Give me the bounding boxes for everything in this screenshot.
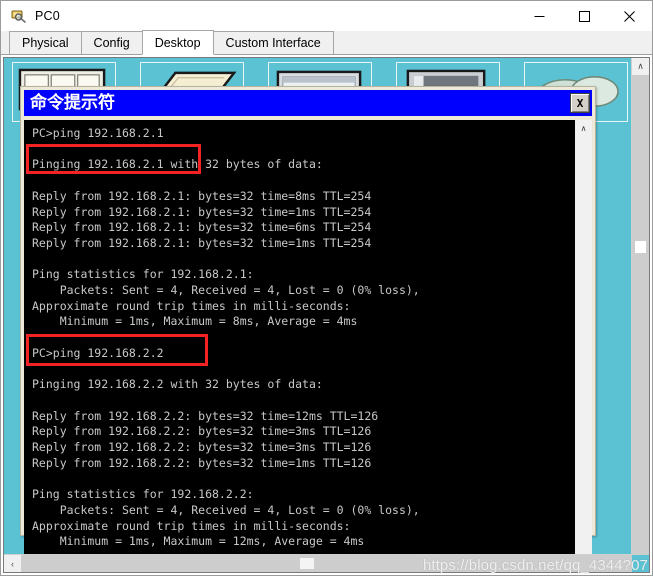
desktop-content-area: 命令提示符 X PC>ping 192.168.2.1 Pinging 192.… [1,55,652,575]
close-button[interactable] [607,1,652,31]
pc0-window: PC0 Physical Config Desktop Custom Inter… [0,0,653,576]
desktop-frame: 命令提示符 X PC>ping 192.168.2.1 Pinging 192.… [3,57,650,573]
tab-custom-interface[interactable]: Custom Interface [212,31,334,54]
watermark-text: https://blog.csdn.net/qq_4344?07 [422,557,648,574]
minimize-button[interactable] [517,1,562,31]
desktop-surface: 命令提示符 X PC>ping 192.168.2.1 Pinging 192.… [4,58,632,555]
cmd-body: PC>ping 192.168.2.1 Pinging 192.168.2.1 … [24,120,592,555]
terminal-scroll-up-icon[interactable]: ∧ [575,120,592,137]
scroll-left-icon[interactable]: ‹ [4,555,21,572]
tab-config[interactable]: Config [80,31,143,54]
cmd-titlebar: 命令提示符 X [24,90,592,116]
terminal-scrollbar[interactable]: ∧ ∨ [574,120,592,555]
tab-bar: Physical Config Desktop Custom Interface [1,30,652,55]
terminal-text: PC>ping 192.168.2.1 Pinging 192.168.2.1 … [32,126,420,549]
scroll-up-icon[interactable]: ∧ [632,58,649,75]
desktop-vertical-scrollbar[interactable]: ∧ [631,58,649,555]
window-titlebar: PC0 [1,1,652,31]
window-controls [517,1,652,31]
terminal-output-area[interactable]: PC>ping 192.168.2.1 Pinging 192.168.2.1 … [24,120,574,555]
tab-desktop[interactable]: Desktop [141,30,214,55]
command-prompt-dialog: 命令提示符 X PC>ping 192.168.2.1 Pinging 192.… [20,86,596,555]
cmd-close-button[interactable]: X [570,93,590,113]
desktop-vscroll-thumb[interactable] [634,240,647,254]
tab-physical[interactable]: Physical [9,31,82,54]
desktop-hscroll-thumb[interactable] [299,557,315,570]
pc-device-icon [11,8,27,24]
cmd-title: 命令提示符 [30,93,115,113]
maximize-button[interactable] [562,1,607,31]
desktop-vscroll-track[interactable] [632,75,649,555]
window-title: PC0 [35,9,60,23]
